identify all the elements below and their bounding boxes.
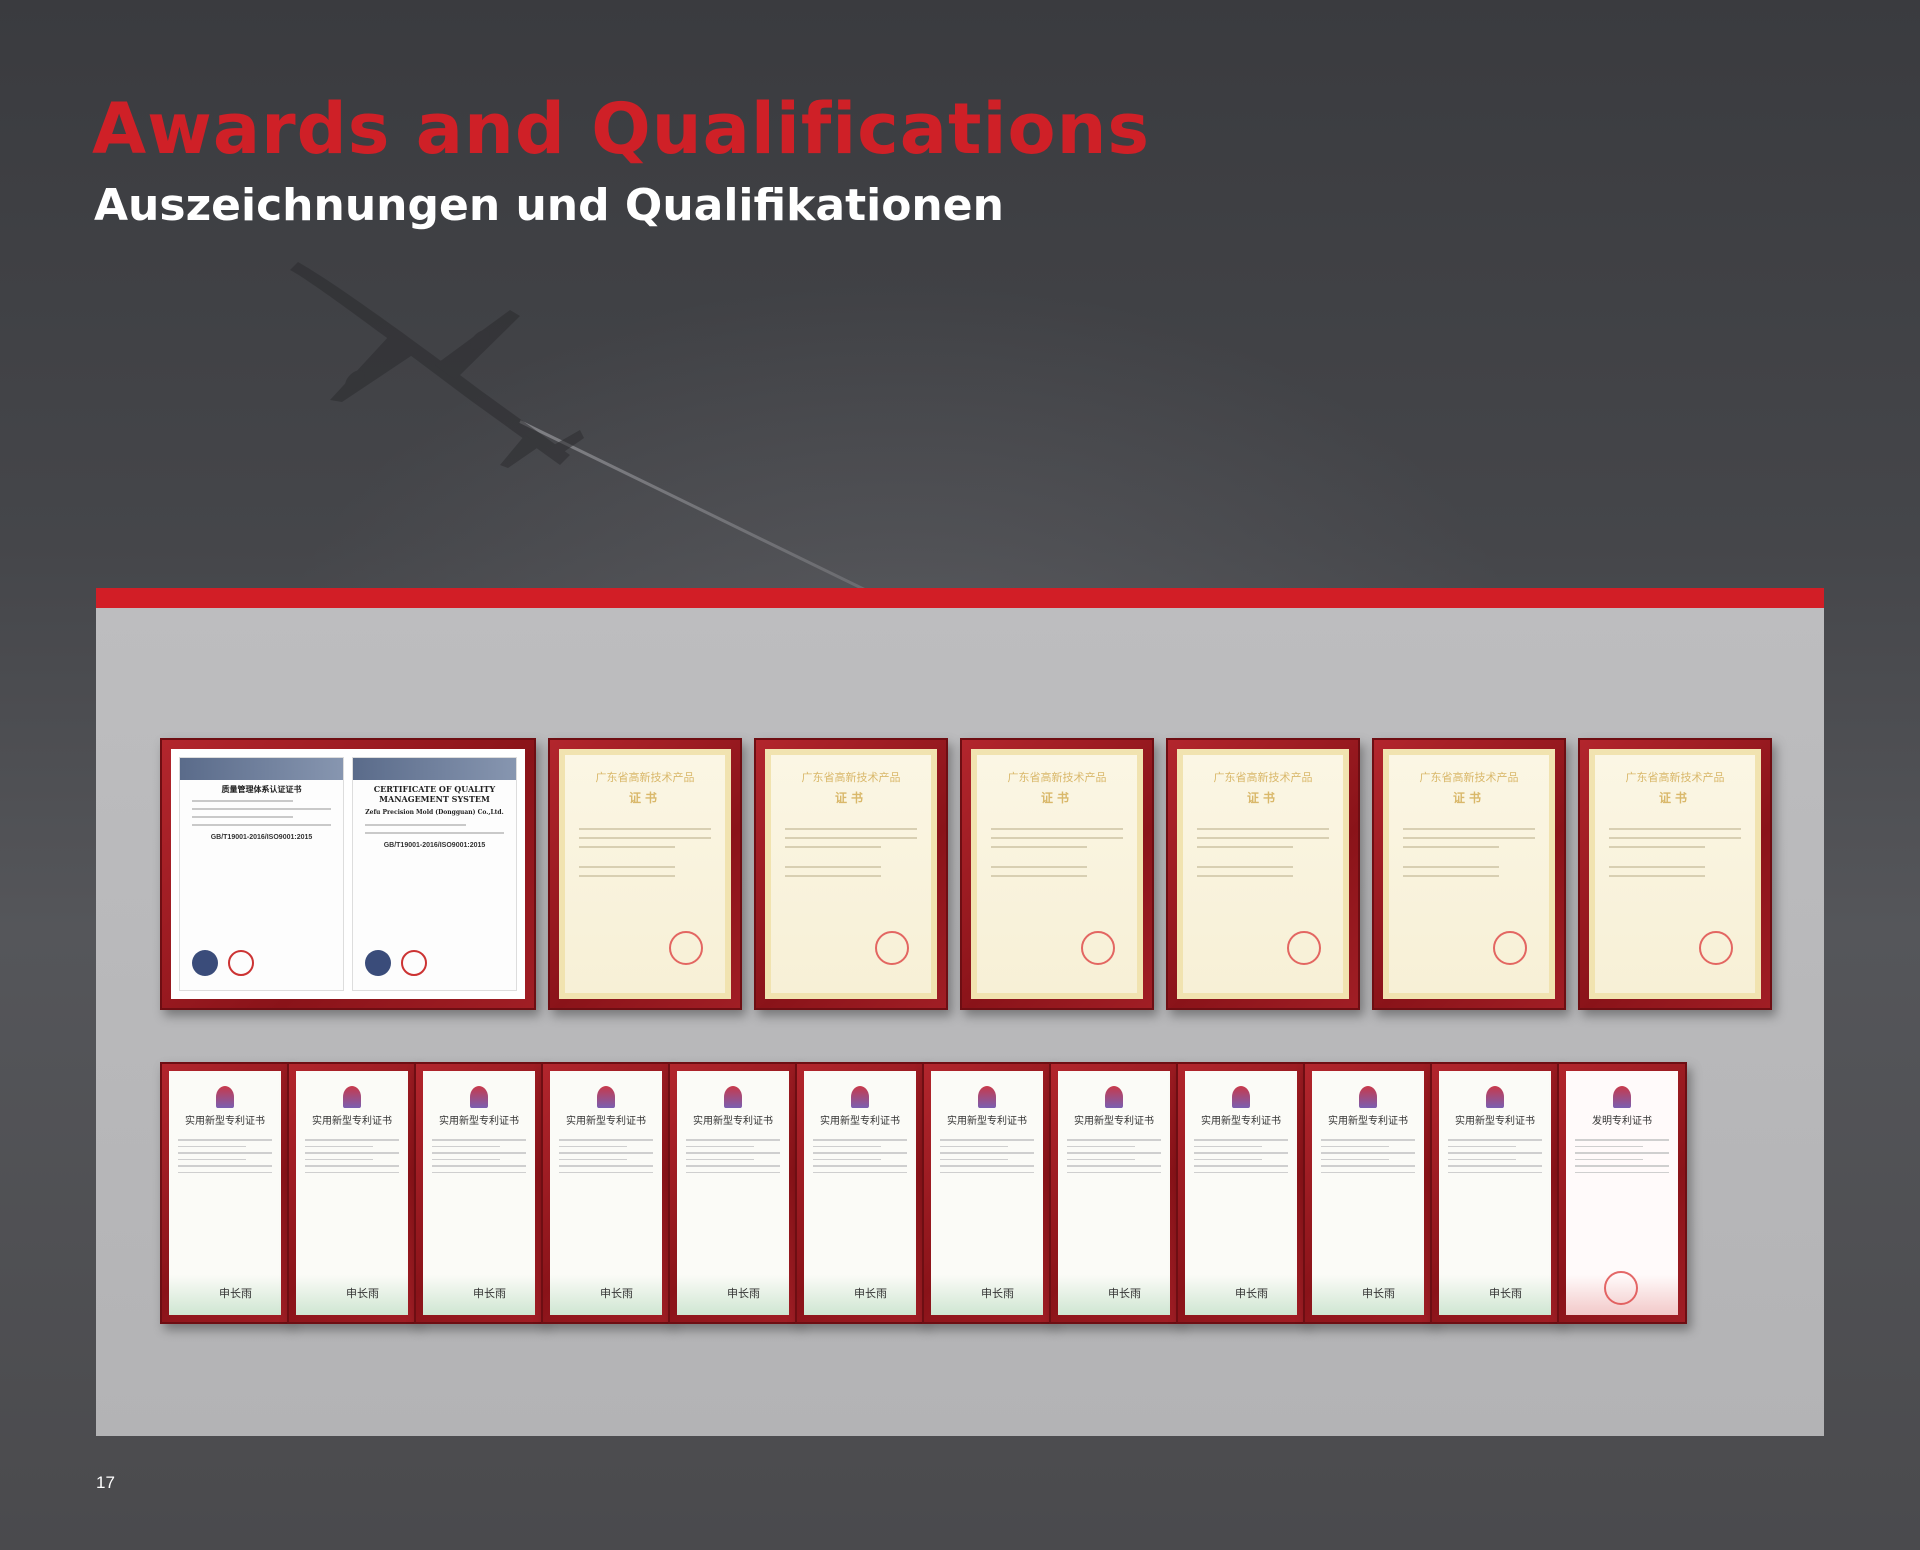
airplane-image — [290, 262, 584, 468]
high-tech-certificate: 广东省高新技术产品 证书 — [1589, 749, 1761, 999]
patent-certificate-frame: 实用新型专利证书 申长雨 — [922, 1062, 1052, 1324]
patent-signature: 申长雨 — [727, 1287, 760, 1300]
quality-certificate: 质量管理体系认证证书 GB/T19001-2016/ISO9001:2015 C… — [171, 749, 525, 999]
high-tech-certificate: 广东省高新技术产品 证书 — [971, 749, 1143, 999]
page-subtitle: Auszeichnungen und Qualifikationen — [94, 180, 1004, 231]
patent-signature: 申长雨 — [346, 1287, 379, 1300]
patent-certificate: 实用新型专利证书 申长雨 — [296, 1071, 408, 1315]
high-tech-certificate-frame: 广东省高新技术产品 证书 — [1166, 738, 1360, 1010]
panel-accent-bar — [96, 588, 1824, 608]
patent-office-logo-icon — [216, 1086, 234, 1108]
patent-signature: 申长雨 — [219, 1287, 252, 1300]
certificate-row-bottom: 实用新型专利证书 申长雨 实用新型专利证书 申长雨 实用新型专利证书 申长雨 实… — [160, 1062, 1687, 1324]
high-tech-certificate: 广东省高新技术产品 证书 — [1383, 749, 1555, 999]
high-tech-certificate: 广东省高新技术产品 证书 — [1177, 749, 1349, 999]
patent-certificate: 实用新型专利证书 申长雨 — [1185, 1071, 1297, 1315]
patent-signature: 申长雨 — [981, 1287, 1014, 1300]
patent-certificate: 实用新型专利证书 申长雨 — [1058, 1071, 1170, 1315]
patent-office-logo-icon — [724, 1086, 742, 1108]
page-number: 17 — [96, 1473, 115, 1492]
quality-certificate-cn: 质量管理体系认证证书 GB/T19001-2016/ISO9001:2015 — [179, 757, 344, 991]
red-stamp-icon — [875, 931, 909, 965]
patent-signature: 申长雨 — [600, 1287, 633, 1300]
patent-office-logo-icon — [1105, 1086, 1123, 1108]
red-stamp-icon — [1604, 1271, 1638, 1305]
patent-office-logo-icon — [1613, 1086, 1631, 1108]
patent-office-logo-icon — [470, 1086, 488, 1108]
patent-certificate: 实用新型专利证书 申长雨 — [677, 1071, 789, 1315]
patent-signature: 申长雨 — [1489, 1287, 1522, 1300]
patent-signature: 申长雨 — [1362, 1287, 1395, 1300]
red-stamp-icon — [1699, 931, 1733, 965]
patent-certificate: 实用新型专利证书 申长雨 — [1439, 1071, 1551, 1315]
patent-certificate: 实用新型专利证书 申长雨 — [423, 1071, 535, 1315]
patent-certificate: 实用新型专利证书 申长雨 — [1312, 1071, 1424, 1315]
page-title: Awards and Qualifications — [92, 88, 1151, 170]
quality-certificate-cn-title: 质量管理体系认证证书 — [221, 784, 302, 794]
patent-certificate-frame: 实用新型专利证书 申长雨 — [1049, 1062, 1179, 1324]
quality-certificate-en: CERTIFICATE OF QUALITY MANAGEMENT SYSTEM… — [352, 757, 517, 991]
high-tech-certificate-frame: 广东省高新技术产品 证书 — [960, 738, 1154, 1010]
invention-patent-certificate: 发明专利证书 — [1566, 1071, 1678, 1315]
patent-certificate-frame: 实用新型专利证书 申长雨 — [1430, 1062, 1560, 1324]
patent-office-logo-icon — [978, 1086, 996, 1108]
high-tech-certificate-frame: 广东省高新技术产品 证书 — [548, 738, 742, 1010]
high-tech-certificate-frame: 广东省高新技术产品 证书 — [1372, 738, 1566, 1010]
patent-office-logo-icon — [597, 1086, 615, 1108]
quality-certificate-en-title: CERTIFICATE OF QUALITY MANAGEMENT SYSTEM — [373, 784, 496, 804]
patent-certificate-frame: 实用新型专利证书 申长雨 — [1303, 1062, 1433, 1324]
patent-certificate-frame: 实用新型专利证书 申长雨 — [795, 1062, 925, 1324]
cert-stamp-icon — [228, 950, 254, 976]
quality-certificate-frame: 质量管理体系认证证书 GB/T19001-2016/ISO9001:2015 C… — [160, 738, 536, 1010]
high-tech-certificate-frame: 广东省高新技术产品 证书 — [754, 738, 948, 1010]
high-tech-certificate: 广东省高新技术产品 证书 — [765, 749, 937, 999]
patent-office-logo-icon — [1359, 1086, 1377, 1108]
patent-certificate-frame: 实用新型专利证书 申长雨 — [541, 1062, 671, 1324]
patent-signature: 申长雨 — [473, 1287, 506, 1300]
quality-standard-en: GB/T19001-2016/ISO9001:2015 — [383, 842, 486, 849]
high-tech-certificate-frame: 广东省高新技术产品 证书 — [1578, 738, 1772, 1010]
patent-office-logo-icon — [1486, 1086, 1504, 1108]
cert-seal-icon — [192, 950, 218, 976]
patent-certificate: 实用新型专利证书 申长雨 — [804, 1071, 916, 1315]
red-stamp-icon — [1081, 931, 1115, 965]
patent-office-logo-icon — [1232, 1086, 1250, 1108]
cert-seal-icon — [365, 950, 391, 976]
quality-standard-cn: GB/T19001-2016/ISO9001:2015 — [210, 834, 313, 841]
red-stamp-icon — [669, 931, 703, 965]
certificate-row-top: 质量管理体系认证证书 GB/T19001-2016/ISO9001:2015 C… — [160, 738, 1772, 1010]
patent-certificate: 实用新型专利证书 申长雨 — [169, 1071, 281, 1315]
red-stamp-icon — [1493, 931, 1527, 965]
patent-signature: 申长雨 — [1235, 1287, 1268, 1300]
red-stamp-icon — [1287, 931, 1321, 965]
high-tech-certificate: 广东省高新技术产品 证书 — [559, 749, 731, 999]
quality-company: Zefu Precision Mold (Dongguan) Co.,Ltd. — [365, 809, 504, 816]
cert-stamp-icon — [401, 950, 427, 976]
patent-office-logo-icon — [851, 1086, 869, 1108]
patent-certificate-frame: 实用新型专利证书 申长雨 — [414, 1062, 544, 1324]
patent-certificate: 实用新型专利证书 申长雨 — [550, 1071, 662, 1315]
patent-certificate-frame: 实用新型专利证书 申长雨 — [1176, 1062, 1306, 1324]
patent-office-logo-icon — [343, 1086, 361, 1108]
patent-certificate-frame: 实用新型专利证书 申长雨 — [160, 1062, 290, 1324]
invention-patent-certificate-frame: 发明专利证书 — [1557, 1062, 1687, 1324]
patent-signature: 申长雨 — [854, 1287, 887, 1300]
patent-certificate-frame: 实用新型专利证书 申长雨 — [668, 1062, 798, 1324]
patent-signature: 申长雨 — [1108, 1287, 1141, 1300]
patent-certificate: 实用新型专利证书 申长雨 — [931, 1071, 1043, 1315]
patent-certificate-frame: 实用新型专利证书 申长雨 — [287, 1062, 417, 1324]
